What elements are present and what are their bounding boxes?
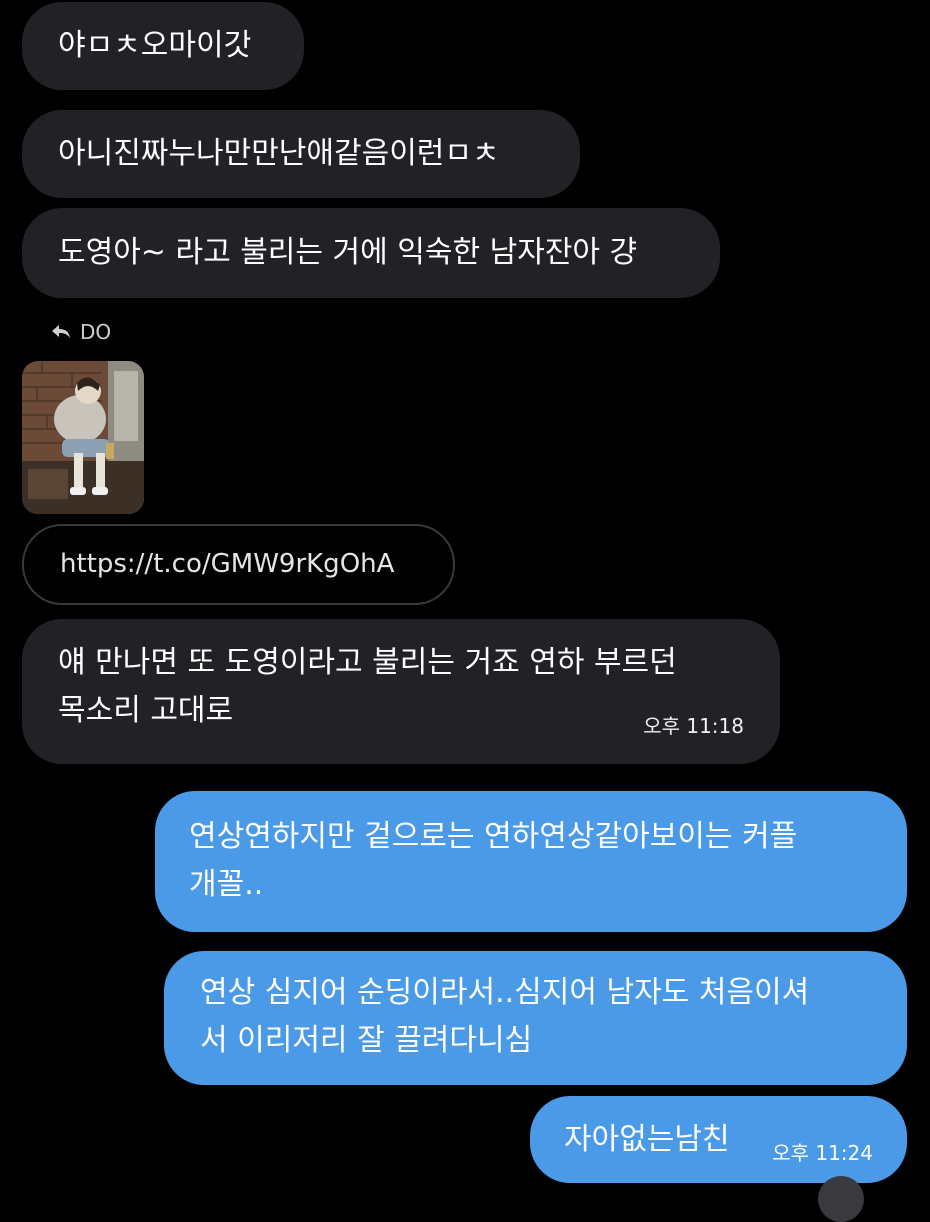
message-timestamp: 오후 11:24 <box>772 1141 873 1165</box>
message-text: 도영아~ 라고 불리는 거에 익숙한 남자잔아 걍 <box>58 235 638 270</box>
message-text-line: 목소리 고대로 <box>58 693 234 728</box>
received-message[interactable]: 얘 만나면 또 도영이라고 불리는 거죠 연하 부르던 목소리 고대로 오후 1… <box>22 619 780 764</box>
message-timestamp: 오후 11:18 <box>643 714 744 738</box>
reply-context[interactable]: DO <box>50 318 111 346</box>
message-text-line: 연상 심지어 순딩이라서..심지어 남자도 처음이셔 <box>200 975 810 1010</box>
scroll-to-bottom-button[interactable] <box>818 1176 864 1222</box>
sent-message[interactable]: 연상 심지어 순딩이라서..심지어 남자도 처음이셔 서 이리저리 잘 끌려다니… <box>164 951 907 1085</box>
sent-message[interactable]: 자아없는남친 오후 11:24 <box>530 1096 907 1183</box>
received-message[interactable]: 아니진짜누나만만난애같음이런ㅁㅊ <box>22 110 580 198</box>
message-text-line: 개꼴.. <box>189 867 264 902</box>
message-text-line: 얘 만나면 또 도영이라고 불리는 거죠 연하 부르던 <box>58 645 677 680</box>
reply-arrow-icon <box>50 323 72 341</box>
received-message[interactable]: 야ㅁㅊ오마이갓 <box>22 2 304 90</box>
link-preview-card[interactable]: https://t.co/GMW9rKgOhA <box>22 524 455 605</box>
message-text-line: 서 이리저리 잘 끌려다니심 <box>200 1023 533 1058</box>
reply-author-name: DO <box>80 320 112 344</box>
message-text: 야ㅁㅊ오마이갓 <box>58 28 252 63</box>
message-text: 아니진짜누나만만난애같음이런ㅁㅊ <box>58 136 500 171</box>
message-text-line: 연상연하지만 겉으로는 연하연상같아보이는 커플 <box>189 819 798 854</box>
received-message[interactable]: 도영아~ 라고 불리는 거에 익숙한 남자잔아 걍 <box>22 208 720 298</box>
shared-photo-thumbnail[interactable] <box>22 361 144 514</box>
message-text: 자아없는남친 <box>564 1122 730 1157</box>
sent-message[interactable]: 연상연하지만 겉으로는 연하연상같아보이는 커플 개꼴.. <box>155 791 907 932</box>
link-url[interactable]: https://t.co/GMW9rKgOhA <box>60 549 394 579</box>
